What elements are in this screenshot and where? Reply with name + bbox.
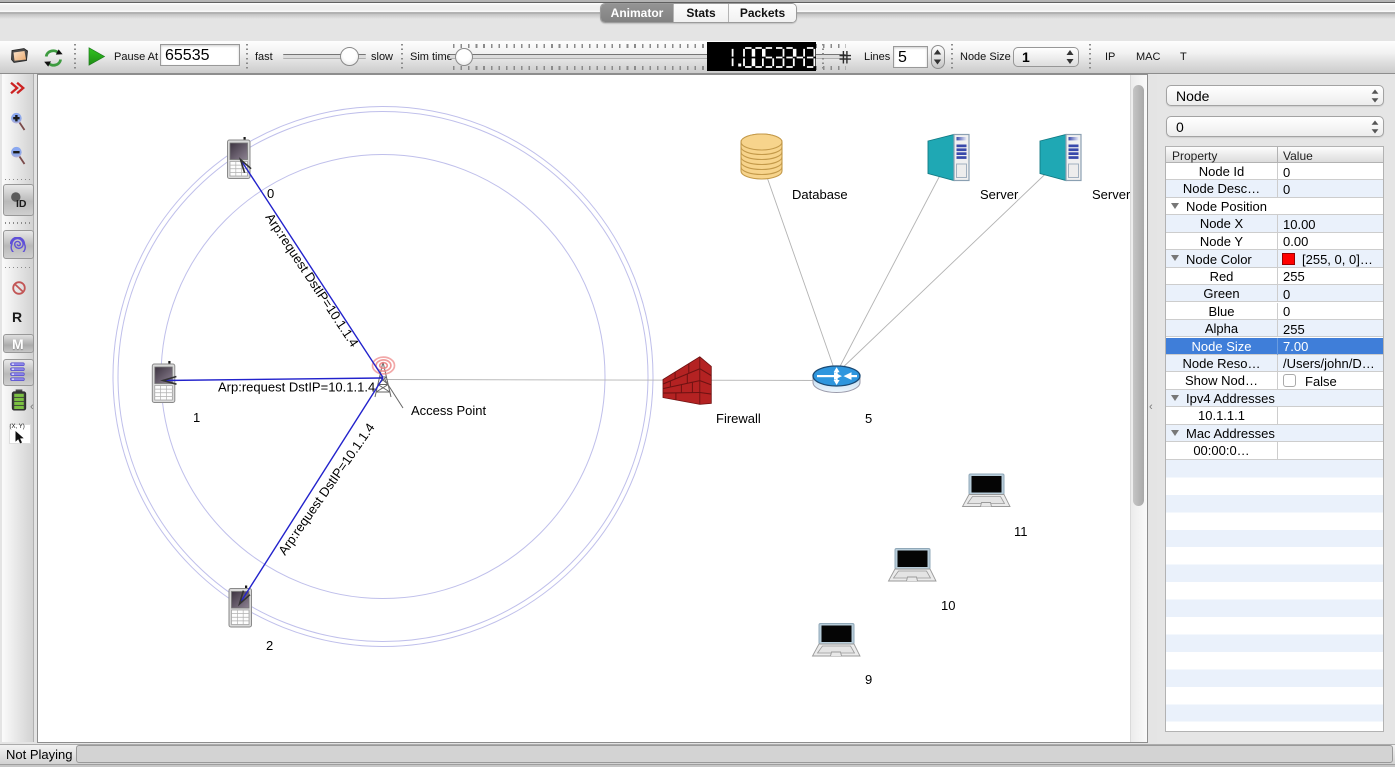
- svg-text:Arp:request DstIP=10.1.1.4: Arp:request DstIP=10.1.1.4: [262, 210, 361, 349]
- svg-text:5: 5: [865, 411, 872, 426]
- svg-text:Arp:request DstIP=10.1.1.4: Arp:request DstIP=10.1.1.4: [218, 380, 375, 395]
- svg-text:10: 10: [941, 598, 955, 613]
- svg-text:Server: Server: [1092, 187, 1130, 202]
- svg-text:0: 0: [267, 186, 274, 201]
- svg-text:Arp:request DstIP=10.1.1.4: Arp:request DstIP=10.1.1.4: [275, 420, 377, 557]
- svg-text:1: 1: [193, 410, 200, 425]
- svg-text:Database: Database: [792, 187, 848, 202]
- svg-text:Server: Server: [980, 187, 1019, 202]
- svg-text:Firewall: Firewall: [716, 411, 761, 426]
- svg-text:2: 2: [266, 638, 273, 653]
- svg-text:11: 11: [1014, 524, 1028, 539]
- svg-text:9: 9: [865, 672, 872, 687]
- svg-text:Access Point: Access Point: [411, 403, 487, 418]
- svg-text:ID: ID: [16, 198, 27, 210]
